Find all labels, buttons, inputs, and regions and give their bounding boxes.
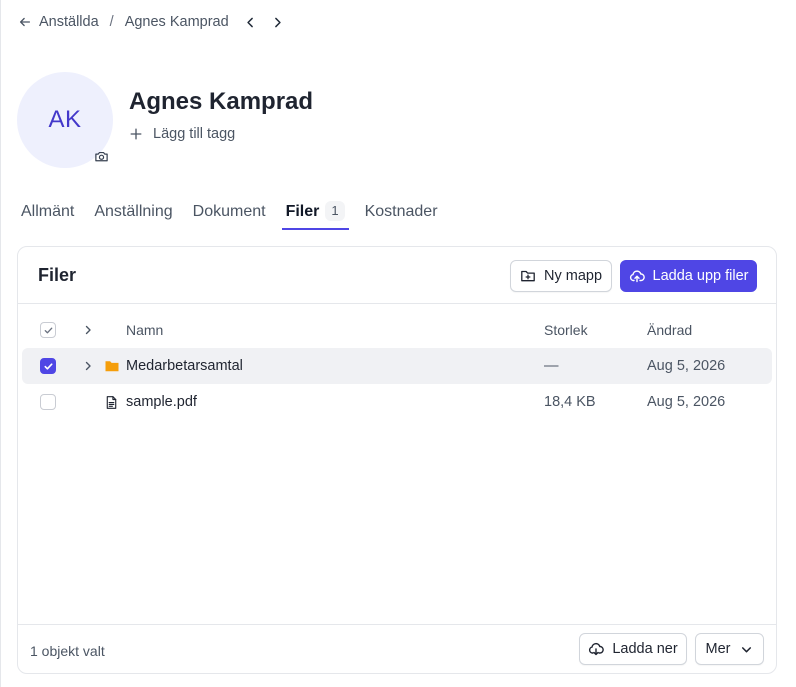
file-modified: Aug 5, 2026	[647, 358, 726, 374]
select-all-cell	[40, 312, 58, 348]
tab-kostnader[interactable]: Kostnader	[361, 198, 442, 230]
download-label: Ladda ner	[612, 641, 678, 657]
tab-label: Anställning	[94, 203, 173, 220]
chevron-right-icon	[85, 325, 91, 335]
file-name[interactable]: Medarbetarsamtal	[126, 348, 243, 384]
avatar-initials: AK	[48, 106, 82, 133]
file-size: 18,4 KB	[544, 394, 596, 410]
row-checkbox[interactable]	[40, 358, 56, 374]
more-actions-label: Mer	[705, 641, 731, 657]
files-panel-footer: 1 objekt valt Ladda ner Mer	[18, 624, 776, 673]
plus-icon	[130, 128, 142, 140]
tab-count-badge: 1	[325, 201, 345, 221]
record-navigation	[241, 12, 295, 32]
files-table-header: Namn Storlek Ändrad	[22, 312, 772, 348]
row-select-cell	[40, 348, 58, 384]
row-expand-toggle[interactable]	[82, 348, 98, 384]
add-tag-label: Lägg till tagg	[153, 126, 236, 142]
folder-plus-icon	[521, 270, 535, 282]
files-panel-title: Filer	[38, 265, 77, 285]
select-all-checkbox[interactable]	[40, 322, 56, 338]
check-icon	[44, 327, 52, 333]
column-header-size[interactable]: Storlek	[544, 312, 588, 348]
cloud-download-icon	[589, 642, 605, 656]
folder-icon-cell	[104, 348, 122, 384]
file-icon-cell	[104, 384, 122, 420]
tab-dokument[interactable]: Dokument	[189, 198, 270, 230]
chevron-right-icon	[275, 17, 281, 27]
table-row[interactable]: sample.pdf 18,4 KB Aug 5, 2026	[22, 384, 772, 420]
arrow-left-icon	[19, 17, 31, 27]
breadcrumb-back-link[interactable]: Anställda	[18, 14, 99, 30]
tab-label: Filer	[285, 203, 320, 220]
tab-label: Dokument	[192, 203, 266, 220]
breadcrumb-separator: /	[109, 14, 114, 30]
files-panel: Filer Ny mapp Ladda upp filer Namn Storl…	[17, 246, 777, 674]
more-actions-button[interactable]: Mer	[695, 633, 764, 665]
tab-filer[interactable]: Filer 1	[281, 198, 349, 230]
file-text-icon	[106, 395, 117, 409]
chevron-down-icon	[742, 646, 752, 652]
check-icon	[43, 362, 53, 370]
tab-label: Kostnader	[364, 203, 438, 220]
chevron-left-icon	[247, 17, 254, 27]
column-header-modified[interactable]: Ändrad	[647, 312, 692, 348]
file-name[interactable]: sample.pdf	[126, 384, 197, 420]
selection-count: 1 objekt valt	[30, 643, 105, 659]
camera-icon	[94, 151, 108, 161]
table-row[interactable]: Medarbetarsamtal — Aug 5, 2026	[22, 348, 772, 384]
cloud-upload-icon	[629, 270, 645, 283]
file-modified: Aug 5, 2026	[647, 394, 726, 410]
next-record-button[interactable]	[268, 12, 288, 32]
page-left-border	[0, 0, 1, 687]
file-size: —	[544, 358, 559, 374]
breadcrumb: Anställda / Agnes Kamprad	[18, 12, 295, 32]
new-folder-button[interactable]: Ny mapp	[510, 260, 612, 292]
add-tag-button[interactable]: Lägg till tagg	[129, 126, 235, 142]
page-title: Agnes Kamprad	[129, 88, 314, 115]
row-select-cell	[40, 384, 58, 420]
folder-icon	[105, 361, 119, 372]
breadcrumb-parent-label: Anställda	[39, 14, 99, 30]
tab-label: Allmänt	[21, 203, 75, 220]
tab-allmant[interactable]: Allmänt	[17, 198, 78, 230]
tab-anstallning[interactable]: Anställning	[90, 198, 176, 230]
change-photo-button[interactable]	[90, 146, 112, 166]
chevron-right-icon	[85, 361, 91, 371]
previous-record-button[interactable]	[241, 12, 261, 32]
download-button[interactable]: Ladda ner	[579, 633, 687, 665]
row-checkbox[interactable]	[40, 394, 56, 410]
files-panel-header: Filer Ny mapp Ladda upp filer	[18, 247, 776, 304]
new-folder-label: Ny mapp	[543, 268, 603, 284]
upload-files-label: Ladda upp filer	[652, 268, 749, 284]
expand-all-toggle[interactable]	[82, 312, 98, 348]
upload-files-button[interactable]: Ladda upp filer	[620, 260, 757, 292]
tab-bar: Allmänt Anställning Dokument Filer 1 Kos…	[17, 198, 454, 230]
column-header-name[interactable]: Namn	[126, 312, 163, 348]
breadcrumb-current: Agnes Kamprad	[124, 14, 229, 30]
